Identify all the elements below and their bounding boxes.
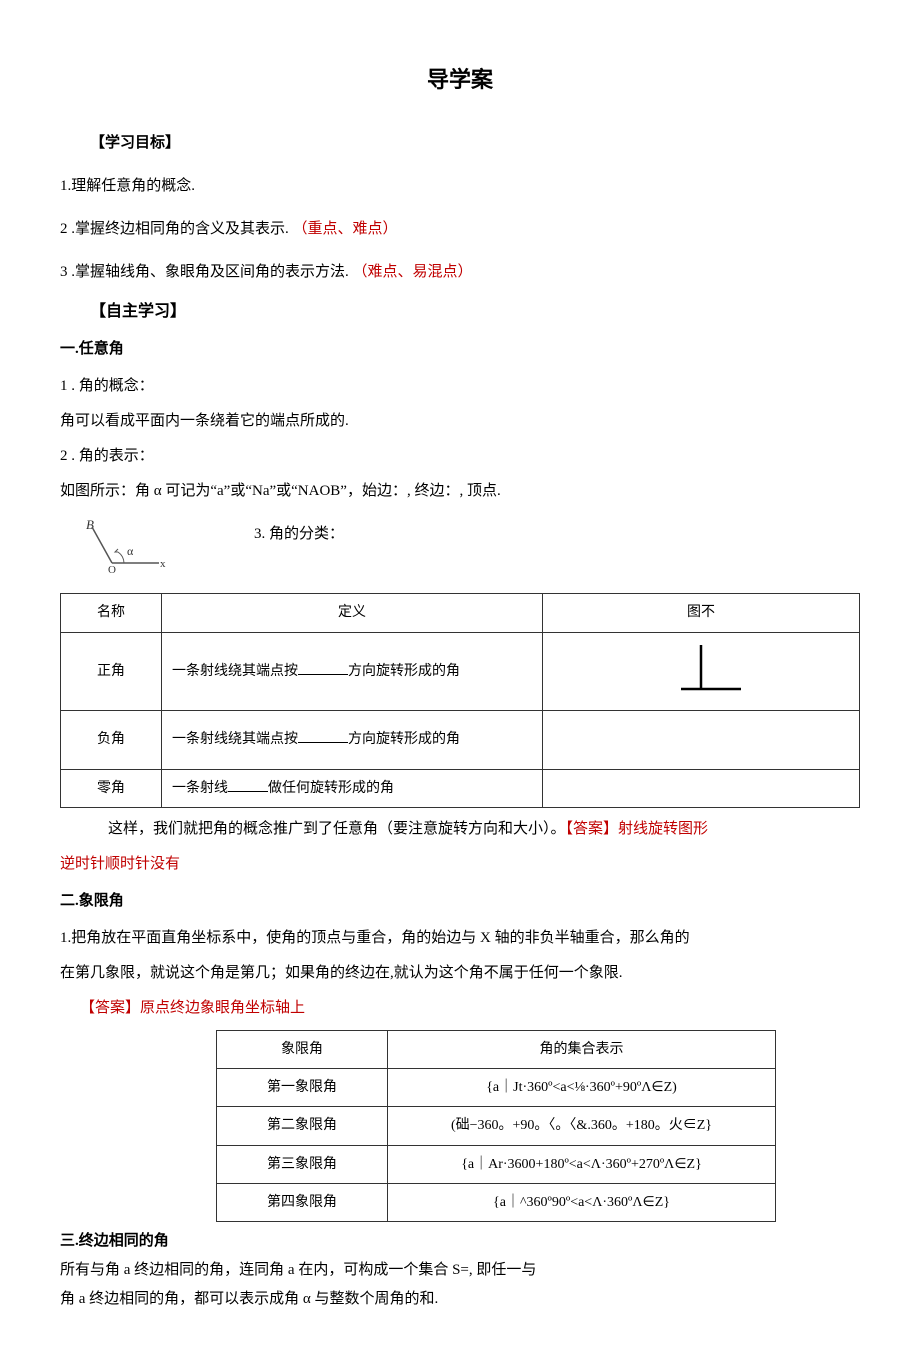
answer-line2: 逆时针顺时针没有 xyxy=(60,851,860,878)
th-name: 名称 xyxy=(61,594,162,632)
quadrant-p1: 1.把角放在平面直角坐标系中，使角的顶点与重合，角的始边与 X 轴的非负半轴重合… xyxy=(60,925,860,952)
goal-2-note: （重点、难点） xyxy=(293,221,398,237)
coterminal-p1: 所有与角 a 终边相同的角，连同角 a 在内，可构成一个集合 S=, 即任一与 xyxy=(60,1257,860,1284)
classify-label: 3. 角的分类： xyxy=(254,521,344,548)
blank-field[interactable] xyxy=(298,728,348,743)
th-def: 定义 xyxy=(162,594,543,632)
goal-2: 2 .掌握终边相同角的含义及其表示. （重点、难点） xyxy=(60,216,860,243)
cell-pos-graphic xyxy=(543,632,860,710)
answer-text: 原点终边象眼角坐标轴上 xyxy=(140,1000,305,1016)
table-row: 名称 定义 图不 xyxy=(61,594,860,632)
cell-q1-set: {a｜Jt·360º<a<⅛·360º+90ºΛ∈Z) xyxy=(388,1069,776,1107)
cell-zero-graphic xyxy=(543,769,860,807)
self-study-head: 【自主学习】 xyxy=(90,298,860,327)
answer-label: 【答案】 xyxy=(80,1000,140,1016)
quadrant-ans: 【答案】原点终边象眼角坐标轴上 xyxy=(80,995,860,1022)
cell-zero-name: 零角 xyxy=(61,769,162,807)
cell-neg-def: 一条射线绕其端点按 方向旋转形成的角 xyxy=(162,710,543,769)
cell-text: 一条射线绕其端点按 xyxy=(172,732,298,747)
th-quadrant: 象限角 xyxy=(217,1030,388,1068)
after-table-text: 这样，我们就把角的概念推广到了任意角（要注意旋转方向和大小）。【答案】射线旋转图… xyxy=(108,816,860,843)
table-row: 第三象限角 {a｜Ar·3600+180º<a<Λ·360º+270ºΛ∈Z} xyxy=(217,1145,776,1183)
angle-diagram: B α O x xyxy=(84,517,174,583)
quadrant-head: 二.象限角 xyxy=(60,888,860,915)
cell-text: 方向旋转形成的角 xyxy=(348,732,460,747)
cell-text: 一条射线 xyxy=(172,781,228,796)
cell-q4: 第四象限角 xyxy=(217,1183,388,1221)
table-row: 零角 一条射线 做任何旋转形成的角 xyxy=(61,769,860,807)
repr-label: 2 . 角的表示： xyxy=(60,443,860,470)
cell-neg-graphic xyxy=(543,710,860,769)
quadrant-table: 象限角 角的集合表示 第一象限角 {a｜Jt·360º<a<⅛·360º+90º… xyxy=(216,1030,776,1222)
svg-text:x: x xyxy=(160,558,166,570)
cell-q4-set: {a｜^360º90º<a<Λ·360ºΛ∈Z} xyxy=(388,1183,776,1221)
goal-3-text: 3 .掌握轴线角、象眼角及区间角的表示方法. xyxy=(60,264,353,280)
table-row: 第一象限角 {a｜Jt·360º<a<⅛·360º+90ºΛ∈Z) xyxy=(217,1069,776,1107)
repr-text: 如图所示：角 α 可记为“a”或“Na”或“NAOB”，始边：, 终边：, 顶点… xyxy=(60,478,860,505)
cell-q2-set: (础−360。+90。〈。〈&.360。+180。火∈Z} xyxy=(388,1107,776,1145)
table-row: 象限角 角的集合表示 xyxy=(217,1030,776,1068)
cell-pos-name: 正角 xyxy=(61,632,162,710)
goal-3-note: （难点、易混点） xyxy=(353,264,473,280)
concept-text: 角可以看成平面内一条绕着它的端点所成的. xyxy=(60,408,860,435)
arbitrary-angle-head: 一.任意角 xyxy=(60,336,860,363)
cell-text: 做任何旋转形成的角 xyxy=(268,781,394,796)
cell-text: 一条射线绕其端点按 xyxy=(172,664,298,679)
table-row: 第二象限角 (础−360。+90。〈。〈&.360。+180。火∈Z} xyxy=(217,1107,776,1145)
cell-pos-def: 一条射线绕其端点按 方向旋转形成的角 xyxy=(162,632,543,710)
cell-neg-name: 负角 xyxy=(61,710,162,769)
answer-text: 【答案】射线旋转图形 xyxy=(566,821,709,837)
svg-text:α: α xyxy=(127,544,134,558)
cell-text: 方向旋转形成的角 xyxy=(348,664,460,679)
quadrant-p2: 在第几象限，就说这个角是第几；如果角的终边在,就认为这个角不属于任何一个象限. xyxy=(60,960,860,987)
goal-2-text: 2 .掌握终边相同角的含义及其表示. xyxy=(60,221,293,237)
blank-field[interactable] xyxy=(298,660,348,675)
cell-q3: 第三象限角 xyxy=(217,1145,388,1183)
table-row: 第四象限角 {a｜^360º90º<a<Λ·360ºΛ∈Z} xyxy=(217,1183,776,1221)
concept-label: 1 . 角的概念： xyxy=(60,373,860,400)
after-text: 这样，我们就把角的概念推广到了任意角（要注意旋转方向和大小）。 xyxy=(108,821,566,837)
goal-3: 3 .掌握轴线角、象眼角及区间角的表示方法. （难点、易混点） xyxy=(60,259,860,286)
cell-q3-set: {a｜Ar·3600+180º<a<Λ·360º+270ºΛ∈Z} xyxy=(388,1145,776,1183)
cell-q2: 第二象限角 xyxy=(217,1107,388,1145)
th-graphic: 图不 xyxy=(543,594,860,632)
goals-header: 【学习目标】 xyxy=(90,130,860,157)
svg-text:O: O xyxy=(108,564,116,573)
angle-class-table: 名称 定义 图不 正角 一条射线绕其端点按方向旋转形成的角 负角 一条射线绕其端… xyxy=(60,593,860,808)
page-title: 导学案 xyxy=(60,60,860,100)
goal-1: 1.理解任意角的概念. xyxy=(60,173,860,200)
th-set: 角的集合表示 xyxy=(388,1030,776,1068)
table-row: 负角 一条射线绕其端点按 方向旋转形成的角 xyxy=(61,710,860,769)
cell-q1: 第一象限角 xyxy=(217,1069,388,1107)
blank-field[interactable] xyxy=(228,777,268,792)
coterminal-head: 三.终边相同的角 xyxy=(60,1228,860,1255)
cell-zero-def: 一条射线 做任何旋转形成的角 xyxy=(162,769,543,807)
coterminal-p2: 角 a 终边相同的角，都可以表示成角 α 与整数个周角的和. xyxy=(60,1286,860,1313)
table-row: 正角 一条射线绕其端点按 方向旋转形成的角 xyxy=(61,632,860,710)
